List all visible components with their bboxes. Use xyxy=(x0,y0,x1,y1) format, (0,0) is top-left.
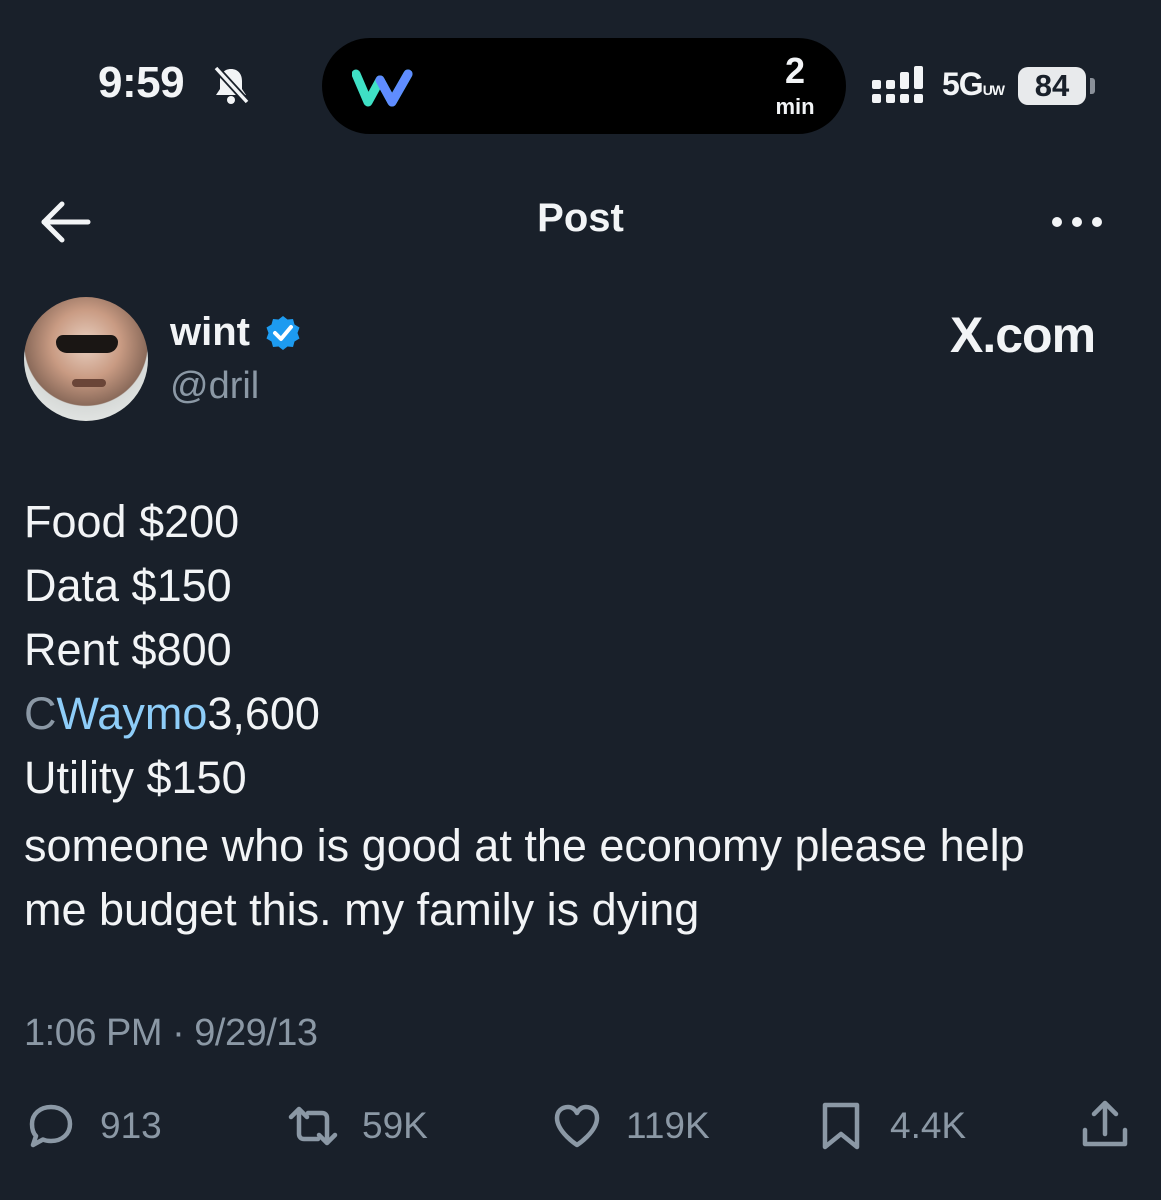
repost-button[interactable]: 59K xyxy=(288,1100,428,1152)
avatar-sunglasses xyxy=(56,335,118,353)
post-line: me budget this. my family is dying xyxy=(24,884,700,935)
waymo-logo-icon xyxy=(352,69,413,107)
avatar[interactable] xyxy=(24,297,148,421)
post-line: Utility $150 xyxy=(24,752,247,803)
post-line: Data $150 xyxy=(24,560,232,611)
eta-unit: min xyxy=(775,94,815,119)
battery-tip xyxy=(1090,78,1095,94)
share-icon[interactable] xyxy=(1080,1100,1130,1150)
signal-icon xyxy=(872,66,923,103)
silent-bell-icon xyxy=(213,65,250,105)
like-button[interactable]: 119K xyxy=(552,1100,710,1152)
verified-badge-icon xyxy=(266,316,300,350)
post-line-edited: CWaymo3,600 xyxy=(24,682,320,746)
post-line: someone who is good at the economy pleas… xyxy=(24,820,1025,871)
source-watermark: X.com xyxy=(950,307,1096,363)
bookmark-button[interactable]: 4.4K xyxy=(816,1100,966,1152)
waymo-overlay-text: Waymo xyxy=(57,682,208,746)
bookmark-count: 4.4K xyxy=(890,1105,967,1146)
eta-value: 2 xyxy=(784,50,806,91)
battery-indicator: 84 xyxy=(1018,67,1086,105)
post-line: Rent $800 xyxy=(24,624,232,675)
reply-count: 913 xyxy=(100,1105,162,1146)
redacted-prefix: C xyxy=(24,688,57,739)
network-label: 5GUW xyxy=(942,66,1005,102)
reply-icon xyxy=(29,1104,73,1148)
bookmark-icon xyxy=(822,1102,860,1150)
edited-amount: 3,600 xyxy=(207,688,320,739)
page-title: Post xyxy=(537,196,624,240)
more-options-icon[interactable] xyxy=(1050,210,1104,234)
repost-count: 59K xyxy=(362,1105,428,1146)
author-handle[interactable]: @dril xyxy=(170,365,259,408)
post-line: Food $200 xyxy=(24,496,240,547)
repost-icon xyxy=(288,1106,338,1146)
reply-button[interactable]: 913 xyxy=(26,1100,162,1152)
status-time: 9:59 xyxy=(98,58,185,107)
like-count: 119K xyxy=(626,1105,710,1146)
heart-icon xyxy=(554,1104,600,1148)
post-timestamp: 1:06 PM · 9/29/13 xyxy=(24,1012,318,1054)
avatar-mouth xyxy=(72,379,106,387)
author-name[interactable]: wint xyxy=(170,310,250,355)
